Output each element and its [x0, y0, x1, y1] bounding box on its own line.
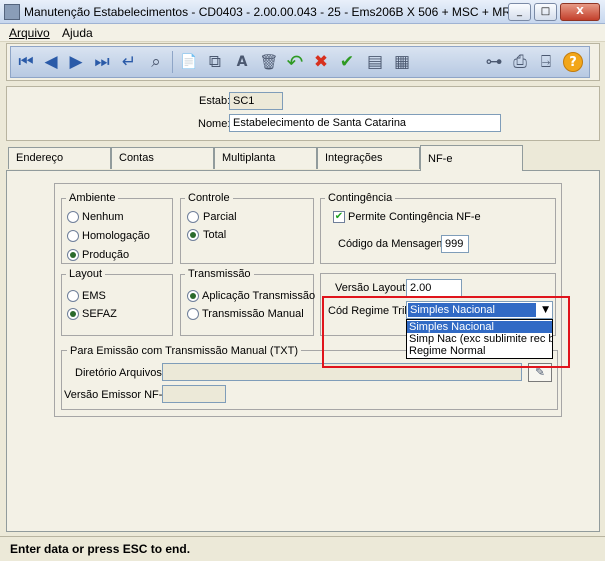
radio-ems[interactable]: [67, 290, 79, 302]
tree-icon[interactable]: ⊶: [482, 50, 506, 74]
radio-aplicacao-transmissao[interactable]: [187, 290, 199, 302]
next-record-icon[interactable]: ▶: [64, 50, 88, 74]
goto-icon[interactable]: ↵: [117, 50, 141, 74]
radio-ems-label: EMS: [82, 290, 106, 302]
menu-bar: Arquivo Ajuda: [0, 24, 605, 42]
app-icon: [4, 4, 20, 20]
menu-ajuda[interactable]: Ajuda: [62, 26, 93, 40]
radio-nenhum[interactable]: [67, 211, 79, 223]
transmissao-group: [180, 274, 314, 336]
radio-transmissao-manual[interactable]: [187, 308, 199, 320]
estab-label: Estab:: [199, 95, 231, 107]
versao-emissor-label: Versão Emissor NF-e:: [64, 389, 172, 401]
radio-total-label: Total: [203, 229, 227, 241]
delete-icon[interactable]: 🗑: [257, 50, 281, 74]
report-icon[interactable]: ▦: [390, 50, 414, 74]
radio-sefaz[interactable]: [67, 308, 79, 320]
radio-sefaz-label: SEFAZ: [82, 308, 117, 320]
ambiente-title: Ambiente: [66, 192, 119, 204]
new-document-icon[interactable]: 📄: [177, 50, 201, 74]
window-title: Manutenção Estabelecimentos - CD0403 - 2…: [24, 5, 525, 19]
undo-icon[interactable]: ↶: [283, 50, 307, 74]
tab-integracoes[interactable]: Integrações: [317, 147, 420, 169]
save-icon[interactable]: ✔: [335, 50, 359, 74]
radio-parcial-label: Parcial: [203, 211, 237, 223]
maximize-button[interactable]: □: [534, 3, 557, 21]
layout-group: [61, 274, 173, 336]
close-button[interactable]: X: [560, 3, 600, 21]
previous-record-icon[interactable]: ◀: [39, 50, 63, 74]
tab-contas[interactable]: Contas: [111, 147, 214, 169]
first-record-icon[interactable]: ⏮: [14, 50, 38, 74]
radio-parcial[interactable]: [187, 211, 199, 223]
codigo-mensagem-label: Código da Mensagem:: [338, 238, 449, 250]
transmissao-title: Transmissão: [185, 268, 254, 280]
last-record-icon[interactable]: ⏭: [90, 50, 114, 74]
tab-nfe[interactable]: NF-e: [420, 145, 523, 171]
controle-group: [180, 198, 314, 264]
cancel-icon[interactable]: ✖: [309, 50, 333, 74]
exit-icon[interactable]: ⍈: [534, 50, 558, 74]
annotation-highlight-box: [322, 296, 570, 368]
radio-nenhum-label: Nenhum: [82, 211, 124, 223]
contingencia-group: [320, 198, 556, 264]
minimize-button[interactable]: _: [508, 3, 531, 21]
versao-emissor-field[interactable]: [162, 385, 226, 403]
nome-label: Nome:: [198, 118, 231, 130]
radio-aplicacao-transmissao-label: Aplicação Transmissão: [202, 290, 316, 302]
contingencia-title: Contingência: [325, 192, 396, 204]
search-icon[interactable]: ⌕: [144, 50, 168, 74]
versao-layout-field[interactable]: 2.00: [406, 279, 462, 297]
diretorio-label: Diretório Arquivos:: [75, 367, 165, 379]
codigo-mensagem-field[interactable]: 999: [441, 235, 469, 253]
versao-layout-label: Versão Layout:: [335, 282, 409, 294]
controle-title: Controle: [185, 192, 233, 204]
help-icon[interactable]: ?: [563, 52, 583, 72]
status-text: Enter data or press ESC to end.: [10, 542, 191, 556]
list-icon[interactable]: ▤: [363, 50, 387, 74]
radio-transmissao-manual-label: Transmissão Manual: [202, 308, 304, 320]
permite-contingencia-checkbox[interactable]: ✔: [333, 211, 345, 223]
permite-contingencia-label: Permite Contingência NF-e: [348, 211, 481, 223]
menu-arquivo[interactable]: Arquivo: [9, 26, 50, 40]
radio-homologacao-label: Homologação: [82, 230, 150, 242]
radio-producao-label: Produção: [82, 249, 130, 261]
toolbar-separator: [172, 51, 173, 73]
print-icon[interactable]: ⎙: [508, 50, 532, 74]
title-bar: Manutenção Estabelecimentos - CD0403 - 2…: [0, 0, 605, 24]
edit-icon[interactable]: A: [230, 50, 254, 74]
layout-title: Layout: [66, 268, 106, 280]
radio-homologacao[interactable]: [67, 230, 79, 242]
estab-field[interactable]: SC1: [229, 92, 283, 110]
status-bar: Enter data or press ESC to end.: [0, 536, 605, 561]
txt-title: Para Emissão com Transmissão Manual (TXT…: [67, 345, 302, 357]
radio-total[interactable]: [187, 229, 199, 241]
nome-field[interactable]: Estabelecimento de Santa Catarina: [229, 114, 501, 132]
radio-producao[interactable]: [67, 249, 79, 261]
copy-icon[interactable]: ⧉: [203, 50, 227, 74]
tab-multiplanta[interactable]: Multiplanta: [214, 147, 317, 169]
tab-endereco[interactable]: Endereço: [8, 147, 111, 169]
